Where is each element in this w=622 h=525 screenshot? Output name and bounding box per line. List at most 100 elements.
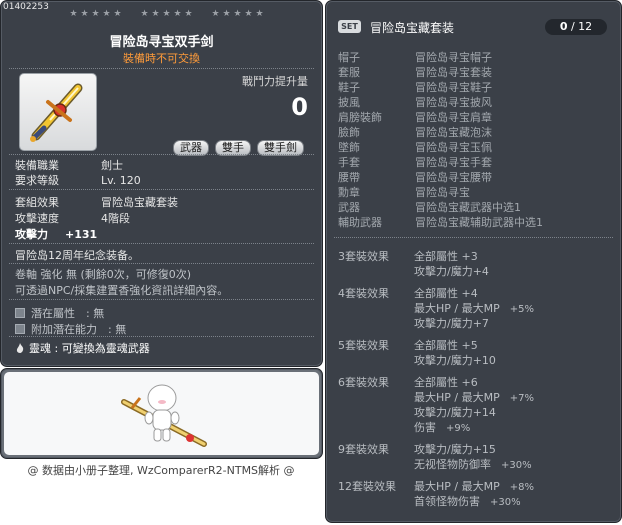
set-effect-line: 无视怪物防御率 +30% [414,456,532,472]
star-icon: ★ [244,9,253,19]
star-group: ★ ★ ★ ★ ★ [69,10,122,19]
set-piece-row: 手套 冒险岛寻宝手套 [338,154,492,170]
set-piece-slot: 武器 [338,201,360,214]
bonus-potential-text: 附加潛在能力 : 無 [31,323,127,336]
set-piece-row: 勳章 冒险岛寻宝 [338,184,470,200]
set-piece-slot: 墜飾 [338,141,360,154]
star-icon: ★ [173,9,182,19]
effect-percent: +30% [501,460,532,471]
effect-text: 攻擊力/魔力+7 [414,317,489,330]
set-badge: SET [338,20,361,33]
set-effect-line: 全部屬性 +5 [414,337,478,353]
set-effect-line: 最大HP / 最大MP +5% [414,300,534,316]
star-icon: ★ [255,9,264,19]
effect-text: 无视怪物防御率 [414,458,491,471]
set-piece-slot: 臉飾 [338,126,360,139]
effect-text: 攻擊力/魔力+15 [414,443,496,456]
set-effect-title: 4套裝效果 [338,287,389,300]
flame-icon [16,343,24,353]
divider [9,154,314,155]
star-icon: ★ [69,9,78,19]
stat-label: 要求等級 [15,174,59,187]
set-effect-line: 全部屬性 +6 [414,374,478,390]
set-piece-row: 墜飾 冒险岛寻宝玉佩 [338,139,492,155]
star-icon: ★ [113,9,122,19]
set-piece-name: 冒险岛寻宝帽子 [415,51,492,64]
effect-text: 伤害 [414,421,436,434]
star-force-stars: ★ ★ ★ ★ ★ ★ ★ ★ ★ ★ ★ ★ ★ ★ ★ [69,10,264,19]
character-preview-panel [0,368,323,459]
set-piece-slot: 肩膀裝飾 [338,111,382,124]
set-piece-row: 臉飾 冒险岛宝藏泡沫 [338,124,492,140]
set-piece-name: 冒险岛寻宝鞋子 [415,81,492,94]
stat-row-level: 要求等級 Lv. 120 [15,172,141,188]
star-icon: ★ [91,9,100,19]
set-effect-title: 9套裝效果 [338,443,389,456]
star-icon: ★ [140,9,149,19]
set-piece-row: 肩膀裝飾 冒险岛寻宝肩章 [338,109,492,125]
set-piece-count: 0 / 12 [545,19,607,35]
set-piece-row: 武器 冒险岛宝藏武器中选1 [338,199,521,215]
item-title: 冒险岛寻宝双手剑 [109,35,214,50]
effect-percent: +5% [509,304,534,315]
item-description: 冒险岛12周年纪念装备。 [15,249,139,262]
stat-value: Lv. 120 [101,174,141,187]
item-icon [19,73,97,151]
set-piece-slot: 披風 [338,96,360,109]
set-effect-line: 全部屬性 +4 [414,285,478,301]
star-icon: ★ [211,9,220,19]
divider [9,189,314,190]
npc-info: 可透過NPC/採集建置香強化資訊詳細內容。 [15,284,229,297]
stat-label: 裝備職業 [15,159,59,172]
stat-value: +131 [65,228,98,241]
star-icon: ★ [222,9,231,19]
preview-canvas [4,372,319,455]
set-count-owned: 0 [559,20,568,33]
set-piece-row: 鞋子 冒险岛寻宝鞋子 [338,79,492,95]
soul-text: 靈魂 : 可變換為靈魂武器 [29,342,150,355]
set-effect-title: 12套裝效果 [338,480,396,493]
effect-text: 攻擊力/魔力+4 [414,265,489,278]
effect-text: 全部屬性 +6 [414,376,478,389]
set-info-panel: SET 冒险岛宝藏套装 0 / 12 帽子 冒险岛寻宝帽子 套服 冒险岛寻宝套装 鞋… [325,0,622,523]
item-tooltip-panel: 01402253 ★ ★ ★ ★ ★ ★ ★ ★ ★ ★ ★ ★ ★ ★ ★ 冒险岛寻宝双手剑 裝備時不… [0,0,323,367]
set-piece-slot: 套服 [338,66,360,79]
bonus-potential-icon [15,324,25,334]
divider [9,263,314,264]
set-piece-name: 冒险岛寻宝玉佩 [415,141,492,154]
stat-value: 劍士 [101,159,123,172]
set-piece-name: 冒险岛宝藏辅助武器中选1 [415,216,543,229]
set-effect-title: 6套裝效果 [338,376,389,389]
scroll-info: 卷軸 強化 無 (剩餘0次，可修復0次) [15,268,192,281]
divider [9,299,314,300]
set-effect-line: 伤害 +9% [414,419,470,435]
stat-label: 套組效果 [15,196,59,209]
set-piece-name: 冒险岛寻宝 [415,186,470,199]
set-piece-row: 套服 冒险岛寻宝套装 [338,64,492,80]
effect-text: 最大HP / 最大MP [414,391,500,404]
set-effect-line: 攻擊力/魔力+4 [414,263,489,279]
effect-text: 首领怪物伤害 [414,495,480,508]
set-piece-slot: 腰帶 [338,171,360,184]
set-effect-line: 全部屬性 +3 [414,248,478,264]
effect-percent: +7% [509,393,534,404]
stat-row-attack-speed: 攻擊速度 4階段 [15,210,130,226]
bonus-potential-row: 附加潛在能力 : 無 [15,321,126,337]
set-effect-line: 攻擊力/魔力+10 [414,352,496,368]
stat-value: 4階段 [101,212,130,225]
effect-text: 最大HP / 最大MP [414,302,500,315]
power-increase-label: 戰鬥力提升量 [242,75,308,88]
item-id: 01402253 [3,2,49,12]
stat-row-set-effect: 套組效果 冒险岛宝藏套装 [15,194,178,210]
soul-row: 靈魂 : 可變換為靈魂武器 [15,340,150,356]
divider [9,68,314,69]
set-piece-slot: 勳章 [338,186,360,199]
trade-restriction: 裝備時不可交換 [123,52,200,65]
potential-text: 潛在屬性 : 無 [31,307,105,320]
set-piece-slot: 輔助武器 [338,216,382,229]
set-effect-title: 3套裝效果 [338,250,389,263]
set-piece-row: 披風 冒险岛寻宝披风 [338,94,492,110]
set-piece-name: 冒险岛寻宝手套 [415,156,492,169]
effect-text: 全部屬性 +3 [414,250,478,263]
star-icon: ★ [80,9,89,19]
